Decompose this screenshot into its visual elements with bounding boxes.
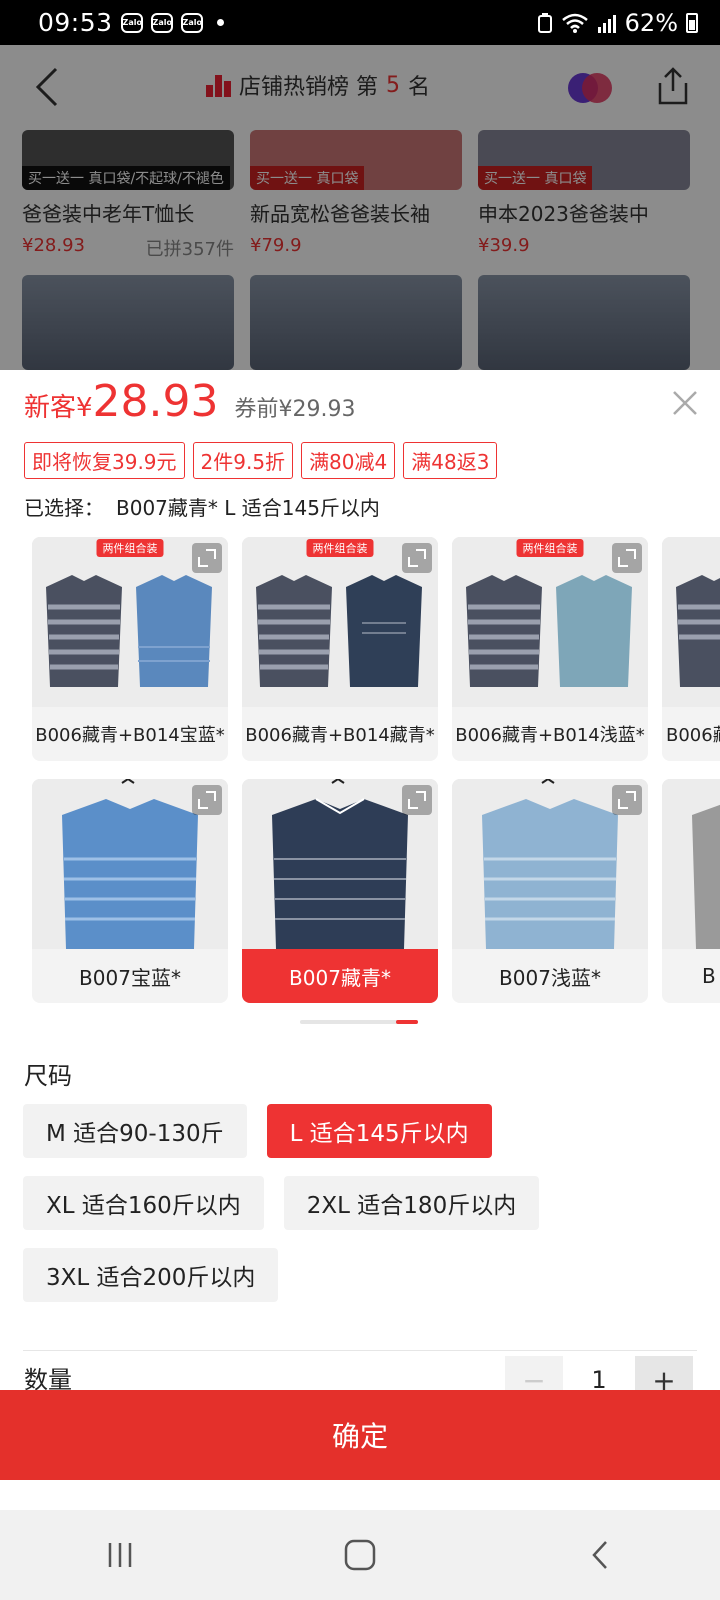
- size-option[interactable]: M 适合90-130斤: [23, 1104, 247, 1158]
- variant-image: 两件组合装: [32, 537, 228, 707]
- system-navigation-bar: [0, 1510, 720, 1600]
- variant-label: B007藏青*: [242, 949, 438, 1003]
- confirm-button[interactable]: 确定: [0, 1390, 720, 1480]
- size-options: M 适合90-130斤 L 适合145斤以内 XL 适合160斤以内 2XL 适…: [23, 1104, 703, 1302]
- promo-tag: 即将恢复39.9元: [24, 442, 185, 479]
- promo-tag: 满48返3: [403, 442, 498, 479]
- promo-tag: 满80减4: [301, 442, 396, 479]
- battery-icon: [686, 12, 698, 33]
- expand-icon[interactable]: [192, 543, 222, 573]
- selected-value: B007藏青* L 适合145斤以内: [116, 496, 380, 520]
- variant-image: [662, 537, 720, 707]
- battery-saver-icon: [537, 12, 552, 33]
- promo-tag: 2件9.5折: [192, 442, 294, 479]
- variant-image: [242, 779, 438, 949]
- size-section-title: 尺码: [24, 1062, 72, 1090]
- variant-card-selected[interactable]: B007藏青*: [242, 779, 438, 1003]
- variant-label: B006藏: [666, 725, 720, 746]
- new-customer-price-tag: 新客¥: [24, 393, 93, 423]
- variant-scroll-indicator: [300, 1020, 418, 1024]
- size-option-selected[interactable]: L 适合145斤以内: [266, 1104, 492, 1158]
- divider: [23, 1350, 697, 1351]
- size-option[interactable]: 2XL 适合180斤以内: [283, 1176, 540, 1230]
- variant-row: 两件组合装 B006藏青+B014宝蓝* 两件组合装 B006藏青+B014藏青…: [32, 537, 720, 761]
- expand-icon[interactable]: [192, 785, 222, 815]
- variant-card[interactable]: 两件组合装 B006藏青+B014藏青*: [242, 537, 438, 761]
- variant-card[interactable]: 两件组合装 B006藏青+B014浅蓝*: [452, 537, 648, 761]
- status-bar: 09:53 Zalo Zalo Zalo 62%: [0, 0, 720, 45]
- variant-image: [452, 779, 648, 949]
- shirt-pair-image: [662, 537, 720, 707]
- sku-selection-sheet: 新客¥ 28.93 券前¥29.93 即将恢复39.9元 2件9.5折 满80减…: [0, 370, 720, 1510]
- variant-card[interactable]: B007宝蓝*: [32, 779, 228, 1003]
- variant-grid: 两件组合装 B006藏青+B014宝蓝* 两件组合装 B006藏青+B014藏青…: [32, 537, 720, 1021]
- battery-percent: 62%: [624, 8, 678, 37]
- variant-card[interactable]: B006藏: [662, 537, 720, 761]
- combo-badge: 两件组合装: [306, 539, 374, 557]
- price-before-coupon: 券前¥29.93: [234, 397, 356, 422]
- expand-icon[interactable]: [612, 785, 642, 815]
- variant-image: 两件组合装: [242, 537, 438, 707]
- variant-card[interactable]: B: [662, 779, 720, 1003]
- variant-label: B007宝蓝*: [79, 965, 181, 990]
- expand-icon[interactable]: [402, 785, 432, 815]
- variant-card[interactable]: 两件组合装 B006藏青+B014宝蓝*: [32, 537, 228, 761]
- variant-label: B006藏青+B014浅蓝*: [455, 725, 645, 746]
- variant-label: B: [702, 964, 716, 988]
- more-notifications-icon: [216, 19, 224, 26]
- combo-badge: 两件组合装: [516, 539, 584, 557]
- variant-label: B007浅蓝*: [499, 965, 601, 990]
- home-icon[interactable]: [340, 1535, 380, 1575]
- zalo-notification-icon: Zalo: [150, 12, 173, 33]
- size-option[interactable]: 3XL 适合200斤以内: [23, 1248, 279, 1302]
- recent-apps-icon[interactable]: [100, 1535, 140, 1575]
- wifi-icon: [561, 13, 588, 33]
- price-value: 28.93: [92, 376, 219, 427]
- price-line: 新客¥ 28.93 券前¥29.93: [24, 376, 356, 427]
- expand-icon[interactable]: [402, 543, 432, 573]
- status-time: 09:53: [38, 8, 113, 37]
- variant-image: [662, 779, 720, 949]
- promo-tags: 即将恢复39.9元 2件9.5折 满80减4 满48返3: [24, 442, 498, 479]
- variant-image: 两件组合装: [452, 537, 648, 707]
- dim-overlay[interactable]: [0, 45, 720, 370]
- variant-image: [32, 779, 228, 949]
- signal-icon: [597, 14, 616, 33]
- zalo-notification-icon: Zalo: [180, 12, 203, 33]
- close-icon[interactable]: [670, 388, 700, 418]
- size-option[interactable]: XL 适合160斤以内: [23, 1176, 264, 1230]
- variant-label: B006藏青+B014藏青*: [245, 725, 435, 746]
- selected-label: 已选择：: [24, 496, 104, 520]
- back-icon[interactable]: [580, 1535, 620, 1575]
- combo-badge: 两件组合装: [96, 539, 164, 557]
- variant-label: B006藏青+B014宝蓝*: [35, 725, 225, 746]
- variant-row: B007宝蓝* B007藏青* B007浅蓝* B: [32, 779, 720, 1003]
- zalo-notification-icon: Zalo: [120, 12, 143, 33]
- selected-summary: 已选择： B007藏青* L 适合145斤以内: [24, 492, 380, 521]
- variant-card[interactable]: B007浅蓝*: [452, 779, 648, 1003]
- expand-icon[interactable]: [612, 543, 642, 573]
- shirt-image: [662, 779, 720, 949]
